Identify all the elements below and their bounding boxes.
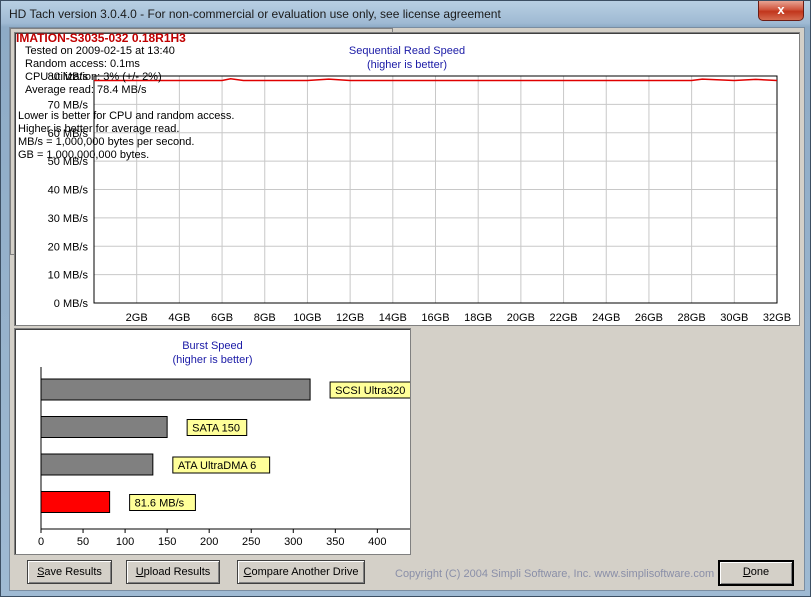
x-tick-label: 4GB (168, 312, 190, 324)
bar-label: 81.6 MB/s (135, 498, 185, 510)
save-results-button[interactable]: Save Results (27, 560, 112, 584)
y-tick-label: 0 MB/s (54, 298, 89, 310)
window-title: HD Tach version 3.0.4.0 - For non-commer… (9, 7, 501, 21)
x-tick-label: 24GB (592, 312, 620, 324)
x-tick-label: 350 (326, 536, 344, 548)
bar-label: ATA UltraDMA 6 (178, 460, 256, 472)
done-button[interactable]: Done (718, 560, 794, 586)
drive-name: IMATION-S3035-032 0.18R1H3 (16, 31, 186, 45)
x-tick-label: 200 (200, 536, 218, 548)
burst-bar (40, 453, 154, 476)
x-tick-label: 16GB (421, 312, 449, 324)
x-tick-label: 14GB (379, 312, 407, 324)
x-tick-label: 28GB (678, 312, 706, 324)
x-tick-label: 100 (116, 536, 134, 548)
random-access-text: Random access: 0.1ms (25, 58, 140, 70)
tested-on-text: Tested on 2009-02-15 at 13:40 (25, 45, 175, 57)
save-label: ave Results (44, 566, 102, 578)
note-line: GB = 1,000,000,000 bytes. (18, 149, 150, 161)
x-tick-label: 300 (284, 536, 302, 548)
close-button[interactable]: x (758, 1, 804, 21)
note-line: MB/s = 1,000,000 bytes per second. (18, 136, 195, 148)
upload-results-button[interactable]: Upload Results (126, 560, 220, 584)
x-tick-label: 32GB (763, 312, 791, 324)
bar-label: SCSI Ultra320 (335, 385, 405, 397)
x-tick-label: 2GB (126, 312, 148, 324)
x-tick-label: 30GB (720, 312, 748, 324)
x-tick-label: 10GB (293, 312, 321, 324)
close-icon: x (777, 2, 785, 17)
y-tick-label: 30 MB/s (48, 213, 89, 225)
bar-label: SATA 150 (192, 423, 240, 435)
x-tick-label: 150 (158, 536, 176, 548)
x-tick-label: 6GB (211, 312, 233, 324)
x-tick-label: 12GB (336, 312, 364, 324)
x-tick-label: 18GB (464, 312, 492, 324)
burst-bar (40, 416, 168, 438)
x-tick-label: 50 (77, 536, 89, 548)
x-tick-label: 20GB (507, 312, 535, 324)
upload-mnemonic: U (135, 566, 144, 578)
y-tick-label: 10 MB/s (48, 270, 89, 282)
x-tick-label: 26GB (635, 312, 663, 324)
note-line: Lower is better for CPU and random acces… (18, 110, 235, 122)
burst-bar (40, 378, 311, 401)
burst-bar (40, 491, 111, 513)
x-tick-label: 22GB (549, 312, 577, 324)
compare-label: ompare Another Drive (251, 566, 359, 578)
compare-another-drive-button[interactable]: Compare Another Drive (237, 560, 365, 584)
y-tick-label: 20 MB/s (48, 241, 89, 253)
x-tick-label: 250 (242, 536, 260, 548)
x-tick-label: 0 (38, 536, 44, 548)
client-area: Sequential Read Speed (higher is better)… (9, 27, 805, 591)
app-window: HD Tach version 3.0.4.0 - For non-commer… (0, 0, 811, 597)
burst-speed-chart: Burst Speed (higher is better) 0 50 100 150… (14, 328, 411, 555)
note-line: Higher is better for average read. (18, 123, 180, 135)
done-label: one (750, 566, 770, 578)
done-mnemonic: D (742, 566, 751, 578)
average-read-text: Average read: 78.4 MB/s (25, 84, 147, 96)
upload-label: pload Results (143, 566, 211, 578)
x-tick-label: 400 (368, 536, 386, 548)
cpu-utilization-text: CPU utilization: 3% (+/- 2%) (25, 71, 162, 83)
y-tick-label: 40 MB/s (48, 185, 89, 197)
copyright-text: Copyright (C) 2004 Simpli Software, Inc.… (395, 568, 715, 580)
burst-plot: 0 50 100 150 200 250 300 350 400 SCSI Ultra320 SAT… (38, 367, 410, 548)
x-tick-label: 8GB (254, 312, 276, 324)
title-bar[interactable]: HD Tach version 3.0.4.0 - For non-commer… (1, 1, 810, 27)
